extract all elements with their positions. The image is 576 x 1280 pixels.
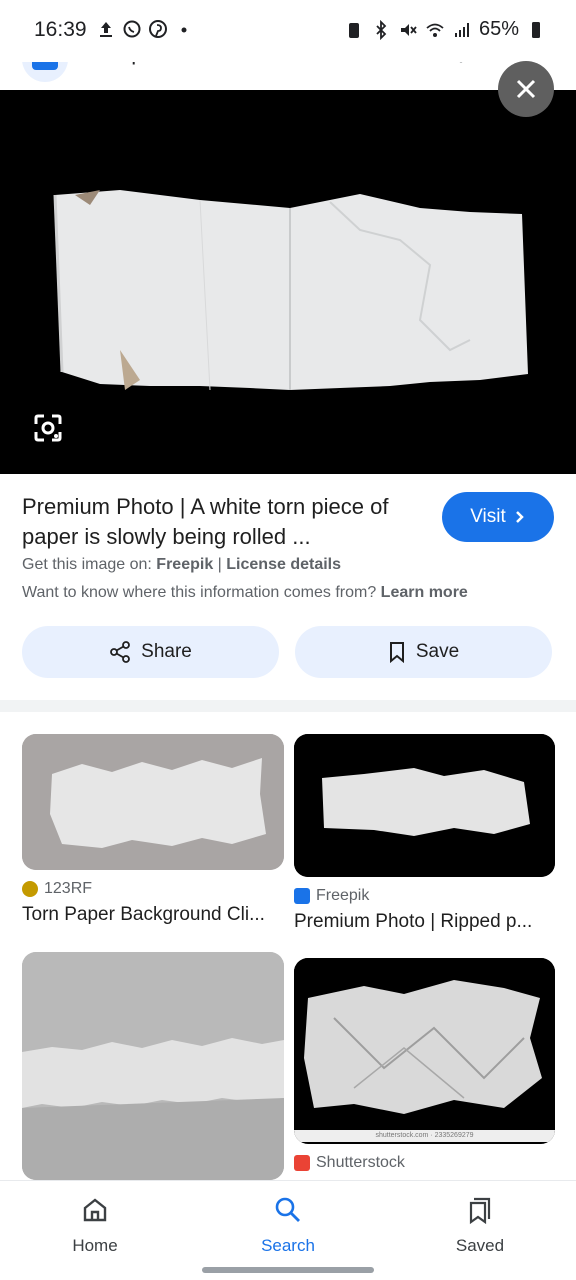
crumpled-paper-thumb <box>294 958 555 1132</box>
result-title[interactable]: Torn Paper Background Cli... <box>22 904 284 926</box>
image-info: Premium Photo | A white torn piece of pa… <box>0 474 576 700</box>
section-divider <box>0 700 576 712</box>
123rf-icon <box>22 881 38 897</box>
search-icon <box>275 1197 300 1222</box>
dot-icon <box>181 27 187 33</box>
result-source-name: Freepik <box>316 887 370 904</box>
share-label: Share <box>141 641 192 662</box>
result-thumbnail[interactable] <box>22 952 284 1180</box>
visit-label: Visit <box>470 506 506 527</box>
gesture-home-indicator[interactable] <box>202 1267 374 1273</box>
chevron-right-icon <box>515 511 524 523</box>
nav-home[interactable]: Home <box>35 1195 155 1256</box>
result-source: 123RF <box>22 880 284 898</box>
upload-icon <box>100 22 112 37</box>
learn-more-link[interactable]: Learn more <box>381 584 468 601</box>
home-icon <box>83 1198 107 1222</box>
status-time: 16:39 <box>34 18 87 41</box>
result-source: Shutterstock <box>294 1154 555 1172</box>
notification-icons <box>96 19 194 39</box>
nav-search-label: Search <box>261 1236 315 1255</box>
pinterest-icon <box>149 20 167 38</box>
result-thumbnail[interactable] <box>22 734 284 870</box>
result-thumbnail[interactable]: shutterstock.com · 2335269279 <box>294 958 555 1144</box>
torn-gray-paper-thumb <box>22 952 284 1180</box>
result-thumbnail[interactable] <box>294 734 555 877</box>
close-icon <box>516 79 536 99</box>
get-source-link[interactable]: Freepik <box>156 556 213 573</box>
torn-paper-image <box>0 90 576 474</box>
result-card[interactable] <box>22 952 284 1180</box>
visit-button[interactable]: Visit <box>442 492 554 542</box>
mute-icon <box>400 23 417 36</box>
whatsapp-icon <box>123 20 141 38</box>
result-card[interactable]: 123RF Torn Paper Background Cli... <box>22 734 284 926</box>
shutterstock-icon <box>294 1155 310 1171</box>
signal-icon <box>454 22 469 37</box>
save-button[interactable]: Save <box>295 626 552 678</box>
status-bar: 16:39 65% <box>0 0 576 62</box>
get-prefix: Get this image on: <box>22 556 152 573</box>
main-image[interactable] <box>0 90 576 474</box>
share-button[interactable]: Share <box>22 626 279 678</box>
lens-icon <box>34 414 62 442</box>
nav-search[interactable]: Search <box>228 1195 348 1256</box>
saved-collections-icon <box>469 1197 491 1225</box>
get-image-line: Get this image on: Freepik | License det… <box>22 556 341 574</box>
freepik-icon <box>294 888 310 904</box>
nav-saved-label: Saved <box>455 1236 505 1255</box>
share-icon <box>110 641 131 663</box>
lens-button[interactable] <box>30 410 66 446</box>
result-source-name: Shutterstock <box>316 1154 405 1171</box>
battery-icon <box>532 21 540 38</box>
image-title[interactable]: Premium Photo | A white torn piece of pa… <box>22 492 432 552</box>
result-source: Freepik <box>294 887 555 905</box>
nav-saved[interactable]: Saved <box>420 1195 540 1256</box>
result-title[interactable]: Premium Photo | Ripped p... <box>294 911 555 933</box>
result-source-name: 123RF <box>44 880 93 897</box>
bottom-navigation: Home Search Saved <box>0 1180 576 1280</box>
ripped-paper-thumb <box>294 734 555 877</box>
battery-saver-icon <box>348 22 359 38</box>
separator: | <box>217 556 222 573</box>
wifi-icon <box>426 23 444 37</box>
close-button[interactable] <box>498 61 554 117</box>
license-details-link[interactable]: License details <box>226 556 341 573</box>
battery-level: 65% <box>478 18 519 40</box>
watermark: shutterstock.com · 2335269279 <box>294 1130 555 1142</box>
torn-paper-thumb <box>22 734 284 870</box>
info-source-line: Want to know where this information come… <box>22 584 468 602</box>
save-label: Save <box>415 641 460 662</box>
system-icons: 65% <box>344 18 546 41</box>
info-source-text: Want to know where this information come… <box>22 584 377 601</box>
bookmark-icon <box>389 642 404 663</box>
bluetooth-icon <box>376 19 387 40</box>
result-card[interactable]: shutterstock.com · 2335269279 Shuttersto… <box>294 958 555 1172</box>
nav-home-label: Home <box>72 1236 118 1255</box>
result-card[interactable]: Freepik Premium Photo | Ripped p... <box>294 734 555 933</box>
